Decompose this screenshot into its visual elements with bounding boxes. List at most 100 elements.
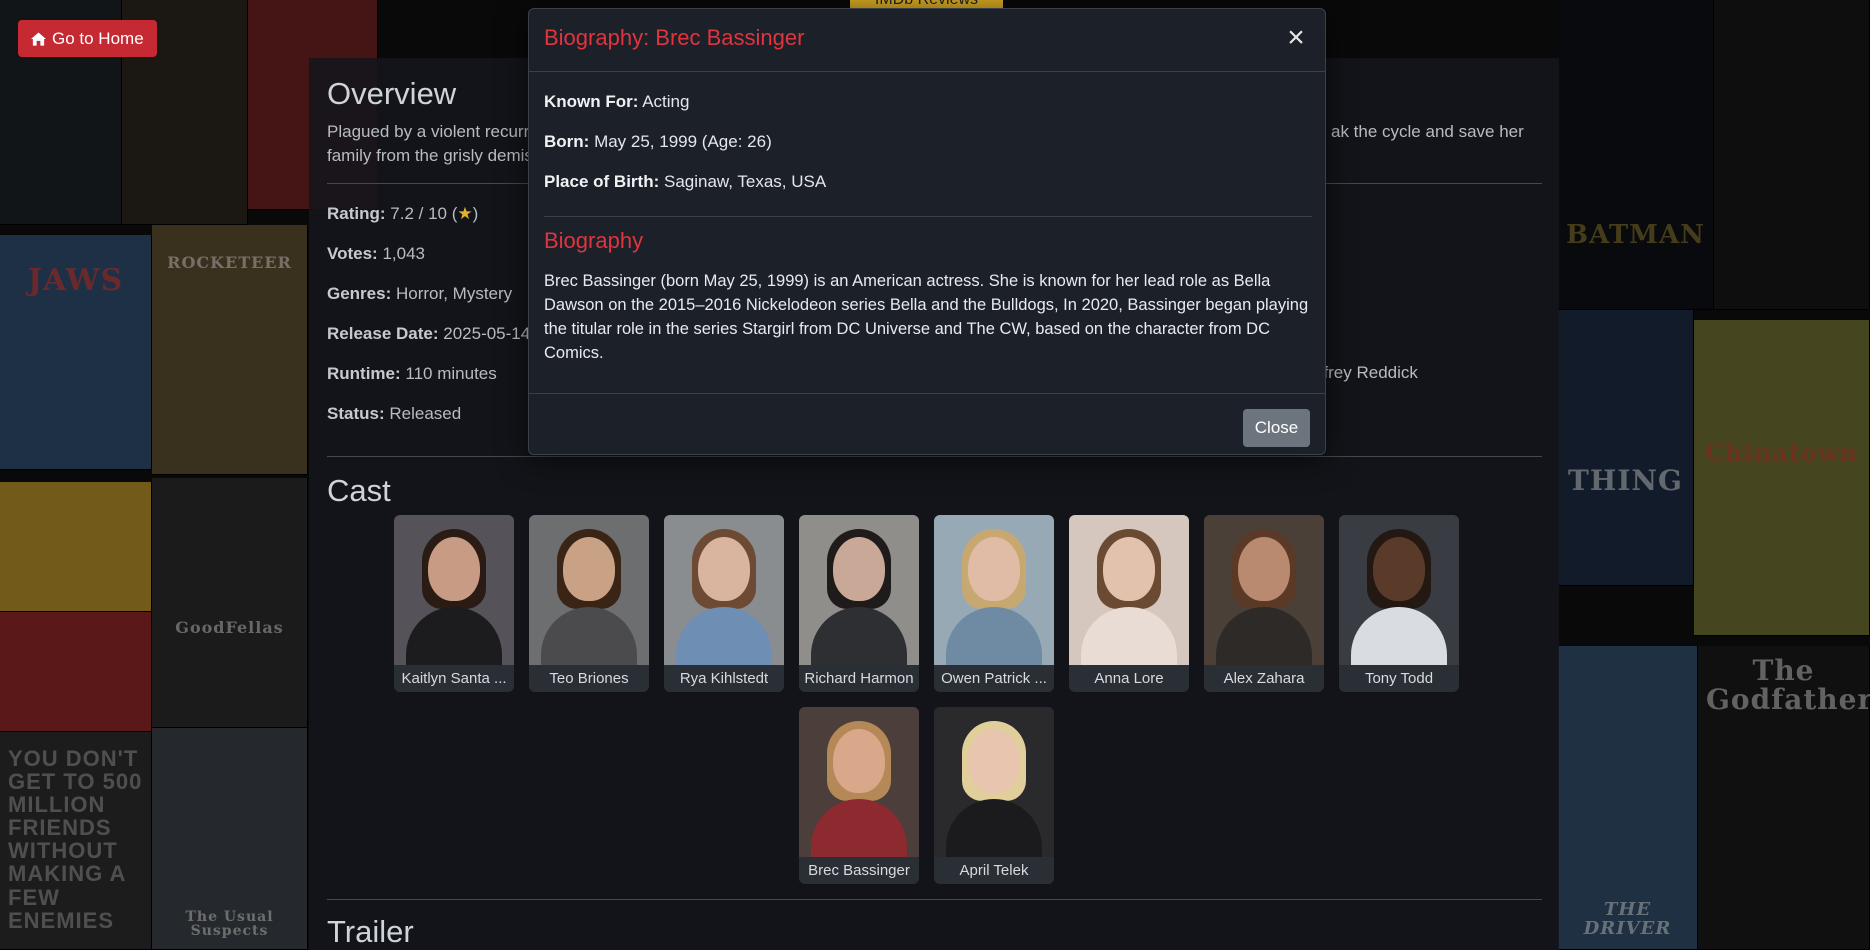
cast-photo [799, 707, 919, 857]
cast-photo-body [406, 607, 502, 665]
cast-photo-face [563, 537, 615, 601]
overview-text-line2: family from the grisly demis [327, 146, 533, 165]
divider [327, 456, 1542, 457]
birthplace-fact: Place of Birth: Saginaw, Texas, USA [544, 172, 826, 192]
rating-fact: Rating: 7.2 / 10 (★) [327, 204, 478, 224]
cast-name: Anna Lore [1094, 670, 1164, 687]
modal-title: Biography: Brec Bassinger [544, 25, 805, 50]
cast-photo [799, 515, 919, 665]
known-for-fact: Known For: Acting [544, 92, 689, 112]
cast-card[interactable]: Kaitlyn Santa ... [394, 515, 514, 692]
modal-header: Biography: Brec Bassinger × [529, 9, 1325, 72]
cast-photo-body [676, 607, 772, 665]
release-date-label: Release Date: [327, 324, 439, 343]
cast-name: Kaitlyn Santa ... [401, 670, 507, 687]
born-value: May 25, 1999 (Age: 26) [594, 132, 772, 151]
votes-value: 1,043 [382, 244, 425, 263]
overview-heading: Overview [327, 76, 457, 111]
release-date-fact: Release Date: 2025-05-14 [327, 324, 530, 344]
cast-card[interactable]: Tony Todd [1339, 515, 1459, 692]
cast-photo-face [968, 729, 1020, 793]
runtime-value: 110 minutes [405, 364, 497, 383]
cast-card[interactable]: Rya Kihlstedt [664, 515, 784, 692]
release-date-value: 2025-05-14 [443, 324, 531, 343]
runtime-fact: Runtime: 110 minutes [327, 364, 497, 384]
cast-photo-face [698, 537, 750, 601]
close-icon[interactable]: × [1284, 23, 1308, 53]
known-for-label: Known For: [544, 92, 639, 111]
runtime-label: Runtime: [327, 364, 401, 383]
close-button[interactable]: Close [1243, 409, 1310, 447]
cast-photo [664, 515, 784, 665]
cast-photo [1069, 515, 1189, 665]
cast-card[interactable]: Brec Bassinger [799, 707, 919, 884]
overview-text-right: ak the cycle and save her [1331, 122, 1524, 141]
divider [327, 899, 1542, 900]
biography-text: Brec Bassinger (born May 25, 1999) is an… [544, 272, 1309, 362]
go-to-home-button[interactable]: Go to Home [18, 20, 157, 57]
go-to-home-label: Go to Home [52, 28, 144, 48]
born-fact: Born: May 25, 1999 (Age: 26) [544, 132, 772, 152]
cast-card[interactable]: Owen Patrick ... [934, 515, 1054, 692]
cast-card[interactable]: Richard Harmon [799, 515, 919, 692]
cast-name: Owen Patrick ... [941, 670, 1047, 687]
cast-photo-body [946, 799, 1042, 857]
rating-value: 7.2 / 10 ( [390, 204, 458, 223]
votes-label: Votes: [327, 244, 378, 263]
cast-name: Brec Bassinger [808, 862, 910, 879]
cast-heading: Cast [327, 473, 391, 508]
star-icon: ★ [457, 204, 473, 223]
cast-photo-face [968, 537, 1020, 601]
cast-photo-body [811, 607, 907, 665]
cast-photo-face [1373, 537, 1425, 601]
home-icon [31, 31, 46, 46]
cast-photo-face [833, 537, 885, 601]
cast-photo [529, 515, 649, 665]
cast-photo-face [833, 729, 885, 793]
cast-photo-body [1351, 607, 1447, 665]
genres-value: Horror, Mystery [395, 284, 513, 303]
modal-body: Known For: Acting Born: May 25, 1999 (Ag… [529, 72, 1325, 394]
cast-photo [934, 707, 1054, 857]
known-for-value: Acting [642, 92, 690, 111]
cast-photo-face [1238, 537, 1290, 601]
genres-label: Genres: [327, 284, 392, 303]
cast-photo-face [1103, 537, 1155, 601]
cast-photo-body [541, 607, 637, 665]
modal-footer: Close [529, 394, 1325, 454]
rating-label: Rating: [327, 204, 386, 223]
biography-modal: Biography: Brec Bassinger × Known For: A… [528, 8, 1326, 455]
cast-card[interactable]: April Telek [934, 707, 1054, 884]
genres-fact: Genres: Horror, Mystery [327, 284, 512, 304]
cast-card[interactable]: Alex Zahara [1204, 515, 1324, 692]
cast-card[interactable]: Anna Lore [1069, 515, 1189, 692]
born-label: Born: [544, 132, 590, 151]
cast-photo-body [1216, 607, 1312, 665]
overview-text-visible: Plagued by a violent recurr [327, 122, 530, 141]
cast-name: Richard Harmon [804, 670, 914, 687]
cast-card[interactable]: Teo Briones [529, 515, 649, 692]
crew-member-name[interactable]: ffrey Reddick [1319, 363, 1418, 383]
status-fact: Status: Released [327, 404, 461, 424]
votes-fact: Votes: 1,043 [327, 244, 425, 264]
cast-photo [394, 515, 514, 665]
cast-name: Alex Zahara [1223, 670, 1305, 687]
status-label: Status: [327, 404, 385, 423]
cast-photo-body [811, 799, 907, 857]
birthplace-value: Saginaw, Texas, USA [663, 172, 827, 191]
cast-photo-body [946, 607, 1042, 665]
cast-photo [1339, 515, 1459, 665]
cast-photo-face [428, 537, 480, 601]
birthplace-label: Place of Birth: [544, 172, 660, 191]
cast-photo-body [1081, 607, 1177, 665]
cast-name: Teo Briones [549, 670, 629, 687]
cast-photo [934, 515, 1054, 665]
cast-photo [1204, 515, 1324, 665]
cast-name: April Telek [959, 862, 1029, 879]
rating-end: ) [472, 204, 479, 223]
cast-name: Rya Kihlstedt [679, 670, 769, 687]
cast-name: Tony Todd [1364, 670, 1434, 687]
status-value: Released [389, 404, 462, 423]
trailer-heading: Trailer [327, 914, 414, 949]
modal-divider [544, 216, 1312, 217]
